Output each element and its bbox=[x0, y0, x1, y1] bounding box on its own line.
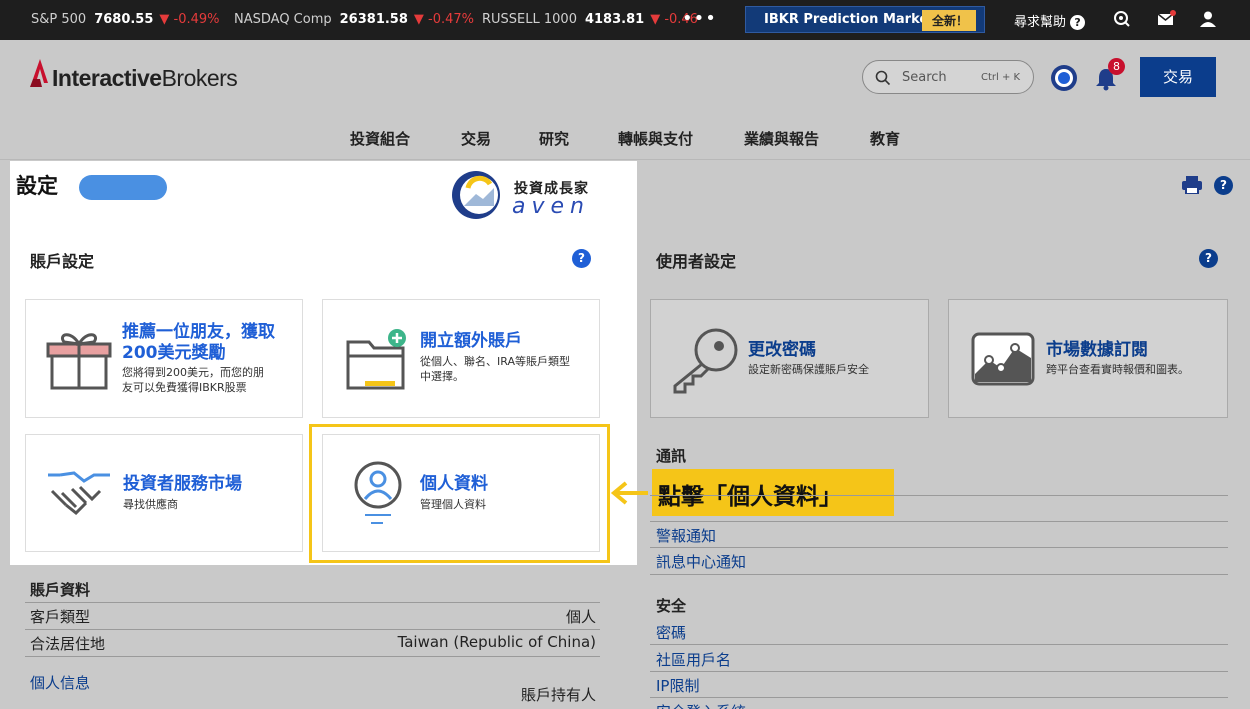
nav-portfolio[interactable]: 投資組合 bbox=[350, 128, 410, 149]
callout-arrow-icon bbox=[610, 481, 648, 505]
highlight-box bbox=[309, 424, 610, 563]
account-info-title: 賬戶資料 bbox=[30, 581, 91, 599]
page-title: 設定 bbox=[16, 174, 58, 198]
marketplace-title: 投資者服務市場 bbox=[123, 474, 242, 494]
client-type-value: 個人 bbox=[565, 608, 596, 626]
community-username-link[interactable]: 社區用戶名 bbox=[656, 649, 731, 670]
change-password-desc: 設定新密碼保護賬戶安全 bbox=[748, 363, 869, 376]
ticker-value: 4183.81 bbox=[584, 12, 645, 27]
ib-logo-text: InteractiveBrokers bbox=[52, 65, 238, 91]
folder-plus-icon bbox=[346, 329, 406, 390]
client-type-label: 客戶類型 bbox=[30, 608, 91, 626]
account-holder-label: 賬戶持有人 bbox=[520, 686, 596, 704]
ticker-value: 26381.58 bbox=[339, 12, 408, 27]
personal-info-link[interactable]: 個人信息 bbox=[30, 672, 90, 693]
search-shortcut: Ctrl + K bbox=[981, 72, 1021, 83]
user-icon[interactable] bbox=[1198, 9, 1218, 29]
handshake-icon bbox=[48, 471, 110, 516]
market-data-desc: 跨平台查看實時報價和圖表。 bbox=[1046, 363, 1189, 376]
market-ticker-bar: S&P 500 7680.55 ▼ -0.49% NASDAQ Comp 26381.… bbox=[0, 0, 1250, 40]
account-settings-title: 賬戶設定 bbox=[30, 252, 95, 271]
divider bbox=[650, 644, 1228, 645]
refer-friend-title: 推薦一位朋友，獲取 200美元獎勵 bbox=[122, 322, 275, 363]
ticker-value: 7680.55 bbox=[94, 12, 154, 27]
divider bbox=[650, 671, 1228, 672]
callout-label: 點擊「個人資料」 bbox=[652, 469, 894, 516]
divider bbox=[650, 547, 1228, 548]
divider bbox=[650, 495, 1228, 496]
change-password-title: 更改密碼 bbox=[748, 340, 816, 360]
notifications-button[interactable]: 8 bbox=[1094, 58, 1128, 94]
chat-search-icon[interactable] bbox=[1112, 9, 1132, 29]
divider bbox=[25, 629, 600, 630]
search-placeholder: Search bbox=[902, 70, 947, 85]
nav-research[interactable]: 研究 bbox=[539, 128, 569, 149]
gift-icon bbox=[46, 333, 112, 390]
print-icon[interactable] bbox=[1182, 176, 1202, 194]
aven-watermark-logo bbox=[452, 171, 500, 219]
account-settings-help-icon[interactable]: ? bbox=[572, 249, 591, 268]
message-center-link[interactable]: 訊息中心通知 bbox=[656, 551, 746, 572]
open-account-desc: 從個人、聯名、IRA等賬戶類型 中選擇。 bbox=[420, 355, 570, 383]
help-label: 尋求幫助 bbox=[1014, 15, 1067, 30]
ticker-item-sp500[interactable]: S&P 500 7680.55 ▼ -0.49% bbox=[31, 12, 220, 27]
search-input[interactable]: Search Ctrl + K bbox=[862, 60, 1034, 94]
nav-trade[interactable]: 交易 bbox=[461, 128, 491, 149]
ticker-name: RUSSELL 1000 bbox=[482, 12, 577, 27]
divider bbox=[650, 697, 1228, 698]
divider bbox=[650, 574, 1228, 575]
key-icon bbox=[673, 328, 738, 394]
marketplace-desc: 尋找供應商 bbox=[123, 498, 178, 511]
help-icon: ? bbox=[1070, 15, 1086, 30]
prediction-markets-label: IBKR Prediction Markets bbox=[764, 12, 943, 27]
new-badge: 全新！ bbox=[921, 10, 976, 31]
nav-education[interactable]: 教育 bbox=[870, 128, 900, 149]
ticker-change: ▼ -0.47% bbox=[413, 12, 475, 27]
mail-icon[interactable] bbox=[1156, 9, 1176, 29]
open-account-title: 開立額外賬戶 bbox=[420, 331, 522, 351]
watermark-en: aven bbox=[512, 194, 590, 219]
refer-friend-desc: 您將得到200美元，而您的朋 友可以免費獲得IBKR股票 bbox=[122, 366, 264, 394]
ib-logo-icon bbox=[30, 59, 48, 87]
communication-title: 通訊 bbox=[656, 447, 687, 465]
notification-count-badge: 8 bbox=[1108, 58, 1125, 75]
residence-label: 合法居住地 bbox=[30, 635, 106, 653]
redacted-account-badge bbox=[79, 175, 167, 200]
user-settings-title: 使用者設定 bbox=[656, 252, 737, 271]
chart-icon bbox=[971, 332, 1035, 386]
search-icon bbox=[875, 70, 891, 86]
nav-performance-reports[interactable]: 業績與報告 bbox=[744, 128, 819, 149]
ticker-name: S&P 500 bbox=[31, 12, 87, 27]
help-link[interactable]: 尋求幫助? bbox=[1014, 11, 1086, 30]
ticker-name: NASDAQ Comp bbox=[234, 12, 332, 27]
investor-marketplace-card[interactable]: 投資者服務市場 尋找供應商 bbox=[25, 434, 303, 552]
trade-button[interactable]: 交易 bbox=[1140, 57, 1216, 97]
secure-login-link[interactable]: 安全登入系統 bbox=[656, 701, 746, 709]
ticker-item-russell[interactable]: RUSSELL 1000 4183.81 ▼ -0.46 bbox=[482, 12, 698, 27]
page-help-icon[interactable]: ? bbox=[1214, 176, 1233, 195]
main-header: InteractiveBrokers Search Ctrl + K 8 交易 … bbox=[0, 40, 1250, 160]
divider bbox=[25, 602, 600, 603]
market-data-card[interactable]: 市場數據訂閱 跨平台查看實時報價和圖表。 bbox=[948, 299, 1228, 418]
assistant-icon[interactable] bbox=[1049, 63, 1079, 93]
password-link[interactable]: 密碼 bbox=[656, 622, 686, 643]
user-settings-help-icon[interactable]: ? bbox=[1199, 249, 1218, 268]
ticker-item-nasdaq[interactable]: NASDAQ Comp 26381.58 ▼ -0.47% bbox=[234, 12, 474, 27]
more-icon[interactable]: ••• bbox=[682, 8, 717, 29]
ip-restriction-link[interactable]: IP限制 bbox=[656, 675, 699, 696]
refer-friend-card[interactable]: 推薦一位朋友，獲取 200美元獎勵 您將得到200美元，而您的朋 友可以免費獲得IB… bbox=[25, 299, 303, 418]
change-password-card[interactable]: 更改密碼 設定新密碼保護賬戶安全 bbox=[650, 299, 929, 418]
security-title: 安全 bbox=[656, 597, 687, 615]
divider bbox=[25, 656, 600, 657]
nav-transfer-pay[interactable]: 轉帳與支付 bbox=[618, 128, 693, 149]
open-additional-account-card[interactable]: 開立額外賬戶 從個人、聯名、IRA等賬戶類型 中選擇。 bbox=[322, 299, 600, 418]
ticker-change: ▼ -0.49% bbox=[159, 12, 220, 27]
residence-value: Taiwan (Republic of China) bbox=[397, 633, 596, 651]
divider bbox=[650, 521, 1228, 522]
prediction-markets-button[interactable]: IBKR Prediction Markets 全新！ bbox=[745, 6, 985, 33]
market-data-title: 市場數據訂閱 bbox=[1046, 340, 1148, 360]
alert-notifications-link[interactable]: 警報通知 bbox=[656, 525, 716, 546]
